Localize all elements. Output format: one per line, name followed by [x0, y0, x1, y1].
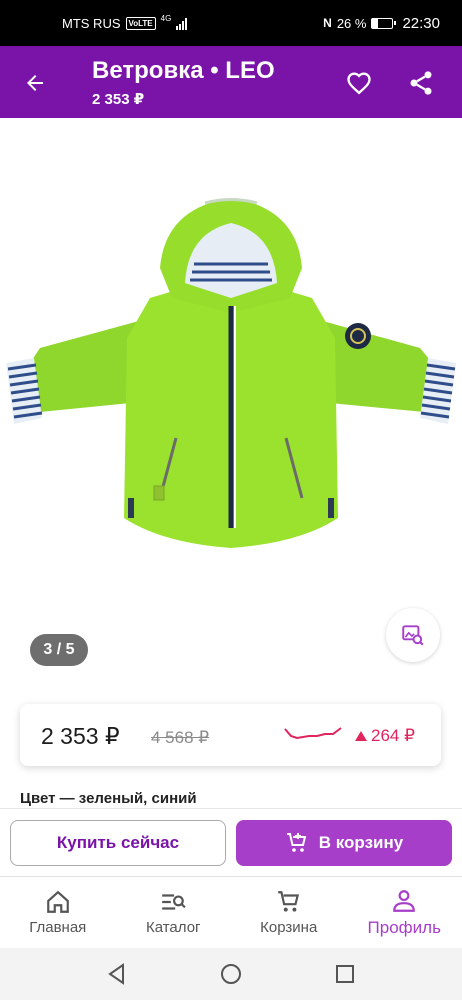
- product-gallery[interactable]: 3 / 5: [0, 118, 462, 688]
- carrier-name: MTS RUS: [62, 15, 121, 31]
- cart-icon: [277, 891, 299, 912]
- nav-item-catalog[interactable]: Каталог: [116, 877, 232, 948]
- heart-outline-icon: [347, 72, 371, 95]
- buy-now-button[interactable]: Купить сейчас: [10, 820, 226, 866]
- cart-add-icon: [286, 833, 307, 852]
- nav-label-cart: Корзина: [260, 919, 318, 936]
- product-image: [6, 198, 456, 548]
- status-left: MTS RUS VoLTE 4G: [62, 13, 188, 31]
- system-navigation-bar: [0, 948, 462, 1000]
- app-bar: Ветровка • LEO 2 353 ₽: [0, 46, 462, 118]
- product-color-label: Цвет — зеленый, синий: [20, 790, 197, 807]
- clock: 22:30: [402, 14, 440, 32]
- image-search-icon: [402, 625, 424, 646]
- nav-label-profile: Профиль: [367, 917, 441, 937]
- nav-item-home[interactable]: Главная: [0, 877, 116, 948]
- bottom-navigation: Главная Каталог Корзина Профиль: [0, 876, 462, 948]
- price-change: 264 ₽: [354, 726, 415, 746]
- signal-icon: [176, 17, 188, 30]
- nav-label-catalog: Каталог: [145, 919, 201, 936]
- battery-percent: 26 %: [336, 15, 367, 31]
- favorite-button[interactable]: [342, 66, 376, 100]
- price-card[interactable]: 2 353 ₽ 4 568 ₽ 264 ₽: [20, 704, 441, 766]
- nav-label-home: Главная: [29, 919, 87, 936]
- volte-badge: VoLTE: [125, 16, 156, 30]
- add-to-cart-button[interactable]: В корзину: [236, 820, 452, 866]
- catalog-search-icon: [162, 894, 186, 910]
- image-search-button[interactable]: [386, 608, 440, 662]
- page-title: Ветровка • LEO: [92, 57, 275, 84]
- home-icon: [46, 890, 69, 913]
- share-icon: [410, 71, 432, 95]
- system-home-icon[interactable]: [219, 962, 243, 986]
- status-bar: MTS RUS VoLTE 4G N 26 % 22:30: [0, 0, 462, 46]
- status-right: N 26 % 22:30: [323, 15, 440, 32]
- nav-item-profile[interactable]: Профиль: [347, 877, 462, 948]
- profile-icon: [393, 889, 416, 912]
- header-price: 2 353 ₽: [92, 91, 145, 108]
- price-trend-sparkline: [284, 727, 342, 740]
- system-back-icon[interactable]: [105, 962, 129, 986]
- battery-icon: [371, 17, 397, 29]
- add-to-cart-label: В корзину: [318, 833, 404, 852]
- arrow-left-icon: [27, 75, 43, 91]
- nfc-icon: N: [323, 16, 332, 30]
- network-type: 4G: [160, 13, 172, 23]
- price-change-value: 264 ₽: [371, 726, 415, 745]
- system-recents-icon[interactable]: [333, 962, 357, 986]
- share-button[interactable]: [404, 66, 438, 100]
- action-bar: Купить сейчас В корзину: [0, 808, 462, 876]
- arrow-up-icon: [355, 731, 367, 741]
- nav-item-cart[interactable]: Корзина: [231, 877, 347, 948]
- current-price: 2 353 ₽: [41, 723, 120, 749]
- old-price: 4 568 ₽: [151, 728, 210, 747]
- gallery-page-indicator: 3 / 5: [30, 634, 88, 666]
- back-button[interactable]: [18, 66, 52, 100]
